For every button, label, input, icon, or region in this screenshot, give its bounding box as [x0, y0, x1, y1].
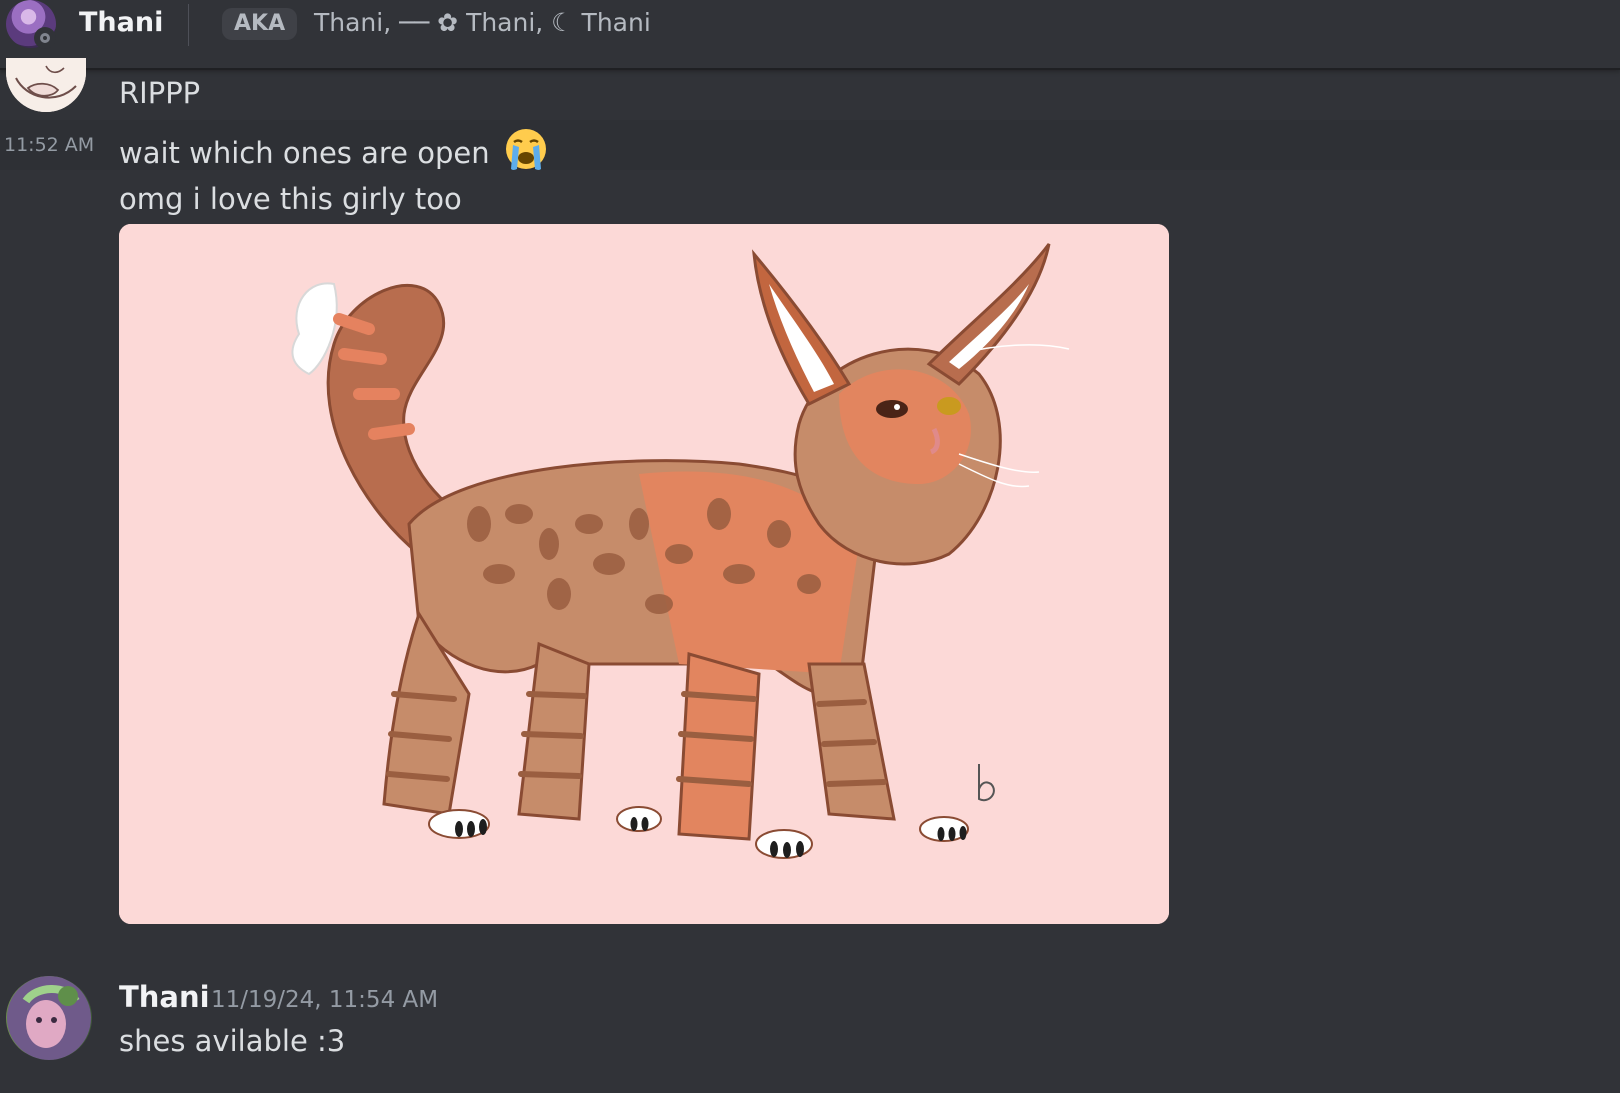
message-text: RIPPP	[119, 76, 201, 110]
message-timestamp[interactable]: 11/19/24, 11:54 AM	[211, 985, 438, 1015]
loudly-crying-face-icon[interactable]	[503, 127, 549, 173]
message-content: wait which ones are open	[119, 127, 549, 173]
aka-badge: AKA	[222, 8, 298, 40]
message-timestamp[interactable]: 11:52 AM	[4, 132, 94, 158]
message-text: shes avilable :3	[119, 1024, 346, 1058]
avatar[interactable]	[6, 976, 92, 1060]
message-text: omg i love this girly too	[119, 182, 462, 216]
message-text: wait which ones are open	[119, 136, 490, 170]
status-offline-icon	[34, 27, 56, 49]
avatar[interactable]	[6, 58, 86, 112]
header-divider	[188, 4, 189, 46]
message-author[interactable]: Thani	[119, 978, 210, 1016]
cat-illustration	[119, 224, 1169, 924]
aka-names: Thani, ── ✿ Thani, ☾ Thani	[314, 8, 651, 37]
channel-header: Thani AKA Thani, ── ✿ Thani, ☾ Thani	[0, 0, 1620, 70]
image-attachment[interactable]	[119, 224, 1169, 924]
header-username[interactable]: Thani	[79, 6, 163, 40]
